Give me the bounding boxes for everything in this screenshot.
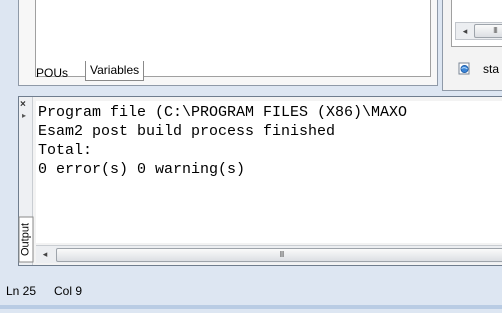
tab-variables[interactable]: Variables: [85, 61, 145, 81]
tab-start[interactable]: sta: [452, 60, 502, 80]
status-bar: Ln 25 Col 9: [0, 276, 502, 313]
output-line: 0 error(s) 0 warning(s): [38, 161, 246, 178]
close-icon[interactable]: ×: [20, 99, 26, 110]
status-column-number: Col 9: [54, 284, 83, 298]
scrollbar-thumb[interactable]: III: [474, 24, 502, 38]
output-side-strip: × ▸ Output: [18, 97, 34, 265]
output-line: Esam2 post build process finished: [38, 123, 336, 140]
side-panel-hscrollbar[interactable]: ◂ III: [455, 22, 502, 40]
scroll-left-arrow-icon[interactable]: ◂: [458, 23, 472, 39]
status-line-number: Ln 25: [6, 284, 37, 298]
status-bar-edge: [0, 305, 502, 309]
tab-pous[interactable]: POUs: [32, 64, 72, 82]
output-line: Program file (C:\PROGRAM FILES (X86)\MAX…: [38, 104, 408, 121]
pou-tab-strip: POUs Variables: [18, 58, 438, 88]
output-log[interactable]: Program file (C:\PROGRAM FILES (X86)\MAX…: [36, 101, 502, 243]
output-line: Total:: [38, 142, 93, 159]
tab-output[interactable]: Output: [18, 216, 34, 263]
scrollbar-thumb[interactable]: III: [56, 248, 502, 262]
pin-icon[interactable]: ▸: [22, 112, 26, 120]
scroll-left-arrow-icon[interactable]: ◂: [38, 246, 52, 263]
output-window: × ▸ Output Program file (C:\PROGRAM FILE…: [18, 96, 502, 266]
output-hscrollbar[interactable]: ◂ III: [36, 245, 502, 263]
globe-page-icon: [458, 62, 471, 75]
tab-start-label: sta: [483, 62, 500, 76]
